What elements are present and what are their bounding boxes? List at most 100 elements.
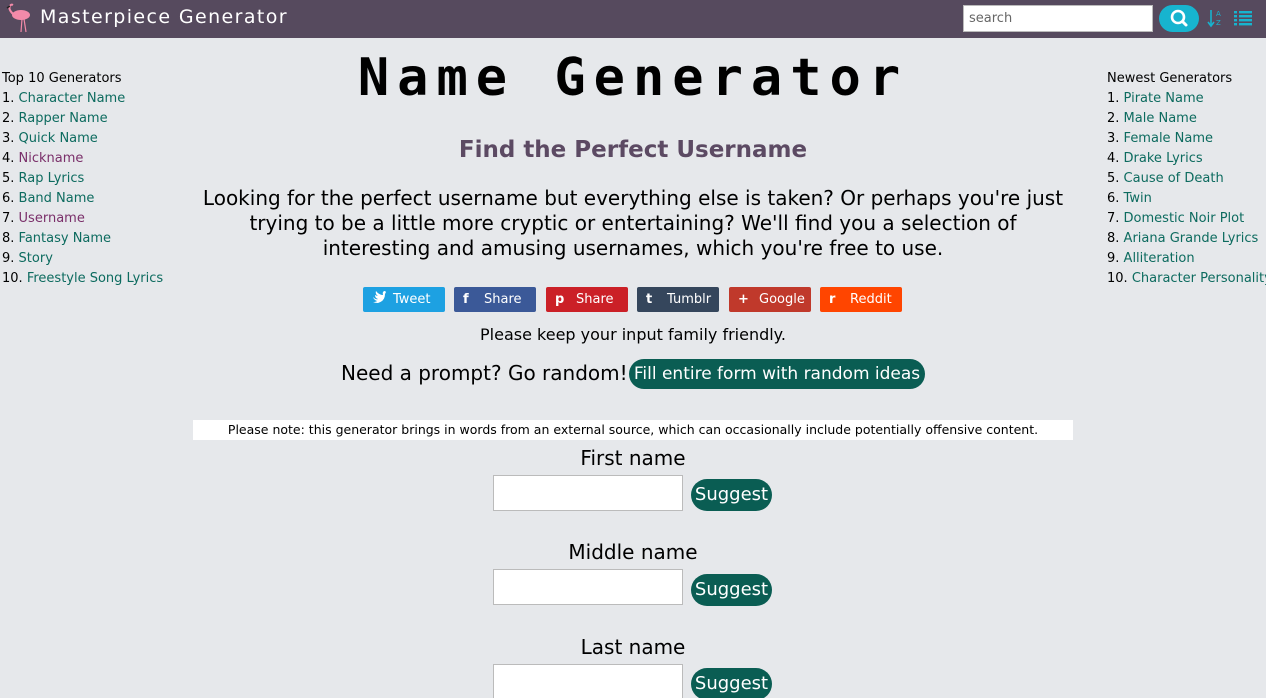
list-item: 3. Quick Name — [2, 129, 172, 149]
list-item: 1. Character Name — [2, 89, 172, 109]
generator-link[interactable]: Domestic Noir Plot — [1124, 211, 1245, 226]
sort-alpha-icon[interactable]: A Z — [1207, 8, 1223, 28]
share-label: Google — [759, 292, 805, 307]
generator-link[interactable]: Rapper Name — [19, 111, 108, 126]
twitter-icon — [372, 287, 386, 321]
list-item: 6. Band Name — [2, 189, 172, 209]
first-name-input[interactable] — [493, 475, 683, 511]
item-number: 7. — [1107, 211, 1120, 226]
item-number: 2. — [1107, 111, 1120, 126]
site-brand[interactable]: Masterpiece Generator — [40, 6, 288, 28]
last-name-input[interactable] — [493, 664, 683, 698]
page-title: Name Generator — [357, 48, 909, 108]
first-name-suggest-button[interactable]: Suggest — [691, 479, 772, 511]
middle-name-input[interactable] — [493, 569, 683, 605]
generator-link[interactable]: Pirate Name — [1124, 91, 1204, 106]
list-item: 9. Alliteration — [1107, 249, 1265, 269]
sidebar-heading: Top 10 Generators — [2, 71, 122, 86]
list-item: 1. Pirate Name — [1107, 89, 1265, 109]
share-label: Reddit — [850, 292, 892, 307]
generator-link[interactable]: Male Name — [1124, 111, 1197, 126]
search-button[interactable] — [1159, 5, 1199, 32]
generator-link[interactable]: Character Personality — [1132, 271, 1266, 286]
generator-link[interactable]: Quick Name — [19, 131, 98, 146]
intro-text: Looking for the perfect username but eve… — [202, 186, 1064, 260]
generator-link[interactable]: Band Name — [19, 191, 95, 206]
list-item: 10. Character Personality — [1107, 269, 1266, 289]
generator-link[interactable]: Username — [19, 211, 85, 226]
first-name-label: First name — [580, 446, 686, 470]
sidebar-heading: Newest Generators — [1107, 71, 1233, 86]
generator-link[interactable]: Cause of Death — [1124, 171, 1224, 186]
list-item: 2. Rapper Name — [2, 109, 172, 129]
generator-link[interactable]: Rap Lyrics — [19, 171, 85, 186]
list-item: 9. Story — [2, 249, 172, 269]
share-label: Share — [484, 292, 522, 307]
middle-name-label: Middle name — [568, 540, 698, 564]
middle-name-suggest-button[interactable]: Suggest — [691, 574, 772, 606]
item-number: 8. — [1107, 231, 1120, 246]
reddit-share-button[interactable]: r Reddit — [820, 287, 902, 312]
item-number: 6. — [1107, 191, 1120, 206]
list-item: 8. Fantasy Name — [2, 229, 172, 249]
pinterest-icon: p — [555, 292, 565, 307]
offensive-content-note: Please note: this generator brings in wo… — [193, 420, 1073, 440]
share-label: Tweet — [393, 292, 431, 307]
generator-link[interactable]: Female Name — [1124, 131, 1214, 146]
list-item: 2. Male Name — [1107, 109, 1265, 129]
list-item: 4. Drake Lyrics — [1107, 149, 1265, 169]
reddit-icon: r — [829, 292, 836, 307]
item-number: 2. — [2, 111, 15, 126]
generator-link[interactable]: Nickname — [19, 151, 84, 166]
list-item: 6. Twin — [1107, 189, 1265, 209]
item-number: 4. — [2, 151, 15, 166]
tumblr-icon: t — [646, 292, 653, 307]
item-number: 6. — [2, 191, 15, 206]
generator-link[interactable]: Drake Lyrics — [1124, 151, 1203, 166]
list-item: 5. Cause of Death — [1107, 169, 1265, 189]
pinterest-share-button[interactable]: p Share — [546, 287, 628, 312]
list-item: 3. Female Name — [1107, 129, 1265, 149]
item-number: 7. — [2, 211, 15, 226]
fill-random-button[interactable]: Fill entire form with random ideas — [629, 359, 925, 389]
list-item: 5. Rap Lyrics — [2, 169, 172, 189]
list-icon[interactable] — [1234, 10, 1252, 26]
top-generators-sidebar: Top 10 Generators 1. Character Name 2. R… — [2, 69, 172, 289]
svg-text:Z: Z — [1216, 19, 1221, 27]
generator-link[interactable]: Freestyle Song Lyrics — [27, 271, 163, 286]
top-navigation-bar: Masterpiece Generator A Z — [0, 0, 1266, 38]
search-icon — [1170, 9, 1188, 27]
item-number: 1. — [2, 91, 15, 106]
prompt-label: Need a prompt? Go random! — [341, 361, 628, 385]
page-subtitle: Find the Perfect Username — [458, 137, 808, 163]
item-number: 3. — [1107, 131, 1120, 146]
item-number: 10. — [1107, 271, 1128, 286]
generator-link[interactable]: Fantasy Name — [19, 231, 112, 246]
item-number: 1. — [1107, 91, 1120, 106]
svg-text:A: A — [1216, 10, 1221, 18]
last-name-suggest-button[interactable]: Suggest — [691, 668, 772, 698]
generator-link[interactable]: Character Name — [19, 91, 126, 106]
newest-generators-sidebar: Newest Generators 1. Pirate Name 2. Male… — [1107, 69, 1266, 289]
item-number: 3. — [2, 131, 15, 146]
tweet-button[interactable]: Tweet — [363, 287, 445, 312]
flamingo-logo-icon[interactable] — [4, 3, 38, 33]
generator-link[interactable]: Alliteration — [1124, 251, 1195, 266]
list-item: 8. Ariana Grande Lyrics — [1107, 229, 1265, 249]
item-number: 4. — [1107, 151, 1120, 166]
item-number: 9. — [1107, 251, 1120, 266]
share-label: Share — [576, 292, 614, 307]
generator-link[interactable]: Ariana Grande Lyrics — [1124, 231, 1259, 246]
list-item: 10. Freestyle Song Lyrics — [2, 269, 172, 289]
item-number: 8. — [2, 231, 15, 246]
tumblr-share-button[interactable]: t Tumblr — [637, 287, 719, 312]
google-share-button[interactable]: + Google — [729, 287, 811, 312]
generator-link[interactable]: Story — [19, 251, 53, 266]
generator-link[interactable]: Twin — [1124, 191, 1152, 206]
list-item: 7. Username — [2, 209, 172, 229]
last-name-label: Last name — [580, 635, 686, 659]
item-number: 10. — [2, 271, 23, 286]
search-input[interactable] — [963, 5, 1153, 32]
family-friendly-note: Please keep your input family friendly. — [480, 325, 786, 344]
facebook-share-button[interactable]: f Share — [454, 287, 536, 312]
